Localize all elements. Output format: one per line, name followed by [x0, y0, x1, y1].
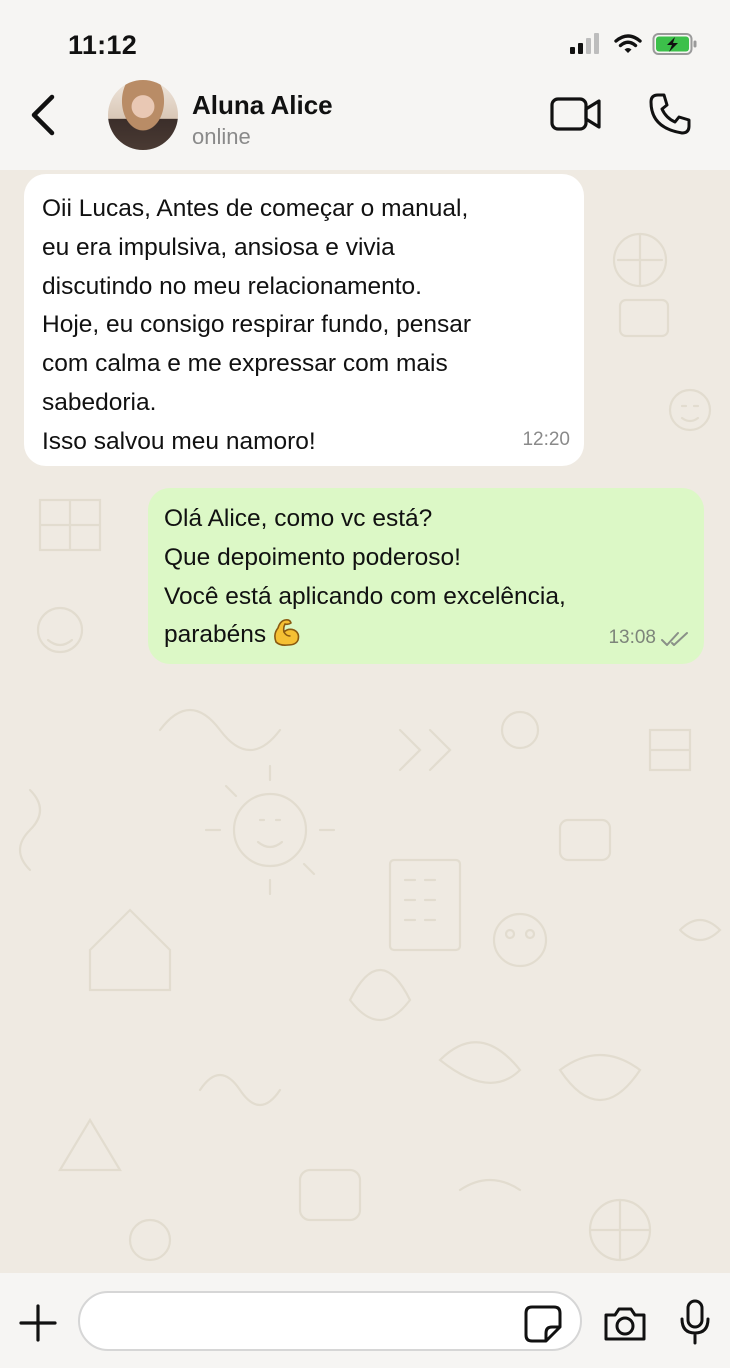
status-time: 11:12: [68, 30, 138, 60]
double-check-read-icon: [661, 631, 688, 646]
message-text-line: com calma e me expressar com mais: [42, 350, 448, 378]
message-text: parabéns: [164, 621, 267, 649]
status-icons: [570, 32, 698, 56]
wifi-icon: [614, 34, 642, 53]
contact-name[interactable]: Aluna Alice: [192, 90, 333, 121]
message-text-line: Isso salvou meu namoro!: [42, 427, 316, 455]
chat-area[interactable]: Oii Lucas, Antes de começar o manual, eu…: [0, 170, 730, 1273]
message-text-line: Você está aplicando com excelência,: [164, 582, 566, 610]
message-meta: 13:08: [608, 619, 690, 658]
avatar[interactable]: [108, 80, 178, 150]
chat-header: Aluna Alice online: [0, 80, 730, 170]
contact-status: online: [192, 124, 251, 149]
message-text-line: Que depoimento poderoso!: [164, 543, 461, 571]
message-text-line: Oii Lucas, Antes de começar o manual,: [42, 195, 469, 222]
message-time: 12:20: [522, 429, 570, 451]
message-incoming[interactable]: Oii Lucas, Antes de começar o manual, eu…: [24, 174, 584, 466]
message-text-line: Olá Alice, como vc está?: [164, 505, 433, 532]
battery-charging-icon: [652, 33, 697, 55]
message-text-line: discutindo no meu relacionamento.: [42, 272, 422, 300]
message-text-line: sabedoria.: [42, 388, 157, 416]
phone-call-icon[interactable]: [648, 92, 692, 136]
back-chevron-icon[interactable]: [24, 92, 64, 138]
message-time: 13:08: [608, 627, 656, 649]
plus-icon[interactable]: [18, 1303, 58, 1343]
message-outgoing[interactable]: Olá Alice, como vc está? Que depoimento …: [148, 488, 704, 664]
camera-icon[interactable]: [602, 1305, 648, 1343]
message-text-line: Hoje, eu consigo respirar fundo, pensar: [42, 311, 472, 339]
signal-icon: [570, 33, 599, 54]
message-input[interactable]: [78, 1291, 582, 1351]
status-bar: 11:12: [0, 0, 730, 80]
message-text-line: eu era impulsiva, ansiosa e vivia: [42, 233, 395, 261]
microphone-icon[interactable]: [678, 1299, 712, 1345]
video-call-icon[interactable]: [550, 94, 602, 134]
composer-bar: [0, 1273, 730, 1368]
flexed-biceps-emoji-icon: [274, 619, 300, 647]
sticker-icon[interactable]: [524, 1305, 562, 1343]
